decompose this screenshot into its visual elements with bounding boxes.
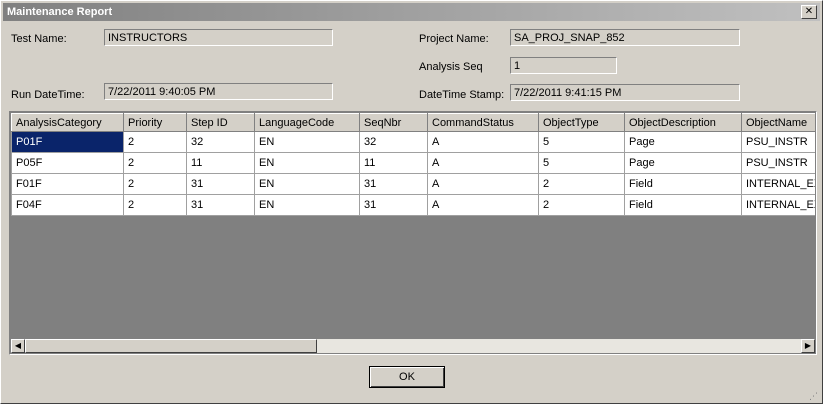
results-table: AnalysisCategory Priority Step ID Langua… xyxy=(11,113,815,216)
results-grid[interactable]: AnalysisCategory Priority Step ID Langua… xyxy=(9,111,817,355)
datetime-stamp-label: DateTime Stamp: xyxy=(419,89,505,101)
table-cell[interactable]: Field xyxy=(624,173,742,195)
table-row[interactable]: P05F 2 11 EN 11 A 5 Page PSU_INSTR xyxy=(11,152,815,174)
table-row[interactable]: P01F 2 32 EN 32 A 5 Page PSU_INSTR xyxy=(11,131,815,153)
table-cell[interactable]: EN xyxy=(254,173,360,195)
table-cell[interactable]: EN xyxy=(254,152,360,174)
table-cell[interactable]: 32 xyxy=(186,131,255,153)
table-cell[interactable]: Field xyxy=(624,194,742,216)
results-grid-viewport: AnalysisCategory Priority Step ID Langua… xyxy=(11,113,815,338)
table-cell[interactable]: A xyxy=(427,152,539,174)
col-header[interactable]: CommandStatus xyxy=(427,113,539,132)
col-header[interactable]: Priority xyxy=(123,113,187,132)
table-cell[interactable]: 11 xyxy=(186,152,255,174)
scrollbar-thumb[interactable] xyxy=(25,339,317,353)
table-cell[interactable]: F01F xyxy=(11,173,124,195)
table-cell[interactable]: 31 xyxy=(186,173,255,195)
project-name-field[interactable]: SA_PROJ_SNAP_852 xyxy=(510,29,740,46)
horizontal-scrollbar[interactable]: ◀ ▶ xyxy=(11,339,815,353)
col-header[interactable]: AnalysisCategory xyxy=(11,113,124,132)
table-cell[interactable]: PSU_INSTR xyxy=(741,152,815,174)
analysis-seq-label: Analysis Seq xyxy=(419,61,483,73)
table-cell[interactable]: 2 xyxy=(123,194,187,216)
run-datetime-label: Run DateTime: xyxy=(11,89,85,101)
table-cell[interactable]: 32 xyxy=(359,131,428,153)
scroll-left-arrow-icon[interactable]: ◀ xyxy=(11,339,25,353)
table-cell[interactable]: A xyxy=(427,173,539,195)
table-cell[interactable]: 2 xyxy=(123,173,187,195)
table-cell[interactable]: 5 xyxy=(538,131,625,153)
run-datetime-field[interactable]: 7/22/2011 9:40:05 PM xyxy=(104,83,333,100)
test-name-field[interactable]: INSTRUCTORS xyxy=(104,29,333,46)
maintenance-report-window: Maintenance Report ✕ Test Name: INSTRUCT… xyxy=(0,0,823,404)
table-cell[interactable]: 31 xyxy=(186,194,255,216)
table-cell[interactable]: 2 xyxy=(123,131,187,153)
close-icon[interactable]: ✕ xyxy=(801,5,817,19)
col-header[interactable]: ObjectDescription xyxy=(624,113,742,132)
table-cell[interactable]: 31 xyxy=(359,173,428,195)
col-header[interactable]: ObjectName xyxy=(741,113,815,132)
table-cell[interactable]: 2 xyxy=(123,152,187,174)
table-cell[interactable]: INTERNAL_EXT xyxy=(741,173,815,195)
col-header[interactable]: LanguageCode xyxy=(254,113,360,132)
table-cell[interactable]: P01F xyxy=(11,131,124,153)
table-cell[interactable]: 5 xyxy=(538,152,625,174)
col-header[interactable]: SeqNbr xyxy=(359,113,428,132)
table-row[interactable]: F04F 2 31 EN 31 A 2 Field INTERNAL_EXT xyxy=(11,194,815,216)
window-title: Maintenance Report xyxy=(7,6,113,18)
table-cell[interactable]: A xyxy=(427,131,539,153)
table-cell[interactable]: A xyxy=(427,194,539,216)
title-bar[interactable]: Maintenance Report ✕ xyxy=(3,3,820,21)
test-name-label: Test Name: xyxy=(11,33,67,45)
table-cell[interactable]: F04F xyxy=(11,194,124,216)
table-row[interactable]: F01F 2 31 EN 31 A 2 Field INTERNAL_EXT xyxy=(11,173,815,195)
table-cell[interactable]: INTERNAL_EXT xyxy=(741,194,815,216)
table-cell[interactable]: 31 xyxy=(359,194,428,216)
col-header[interactable]: Step ID xyxy=(186,113,255,132)
col-header[interactable]: ObjectType xyxy=(538,113,625,132)
scroll-right-arrow-icon[interactable]: ▶ xyxy=(801,339,815,353)
table-cell[interactable]: PSU_INSTR xyxy=(741,131,815,153)
table-cell[interactable]: EN xyxy=(254,131,360,153)
project-name-label: Project Name: xyxy=(419,33,489,45)
ok-button[interactable]: OK xyxy=(369,366,445,388)
table-cell[interactable]: 11 xyxy=(359,152,428,174)
table-cell[interactable]: EN xyxy=(254,194,360,216)
analysis-seq-field[interactable]: 1 xyxy=(510,57,617,74)
resize-grip-icon[interactable]: ⋰ xyxy=(809,390,821,402)
table-cell[interactable]: Page xyxy=(624,152,742,174)
datetime-stamp-field[interactable]: 7/22/2011 9:41:15 PM xyxy=(510,84,740,101)
table-cell[interactable]: 2 xyxy=(538,173,625,195)
header-row: AnalysisCategory Priority Step ID Langua… xyxy=(11,113,815,132)
table-cell[interactable]: P05F xyxy=(11,152,124,174)
table-cell[interactable]: 2 xyxy=(538,194,625,216)
table-cell[interactable]: Page xyxy=(624,131,742,153)
